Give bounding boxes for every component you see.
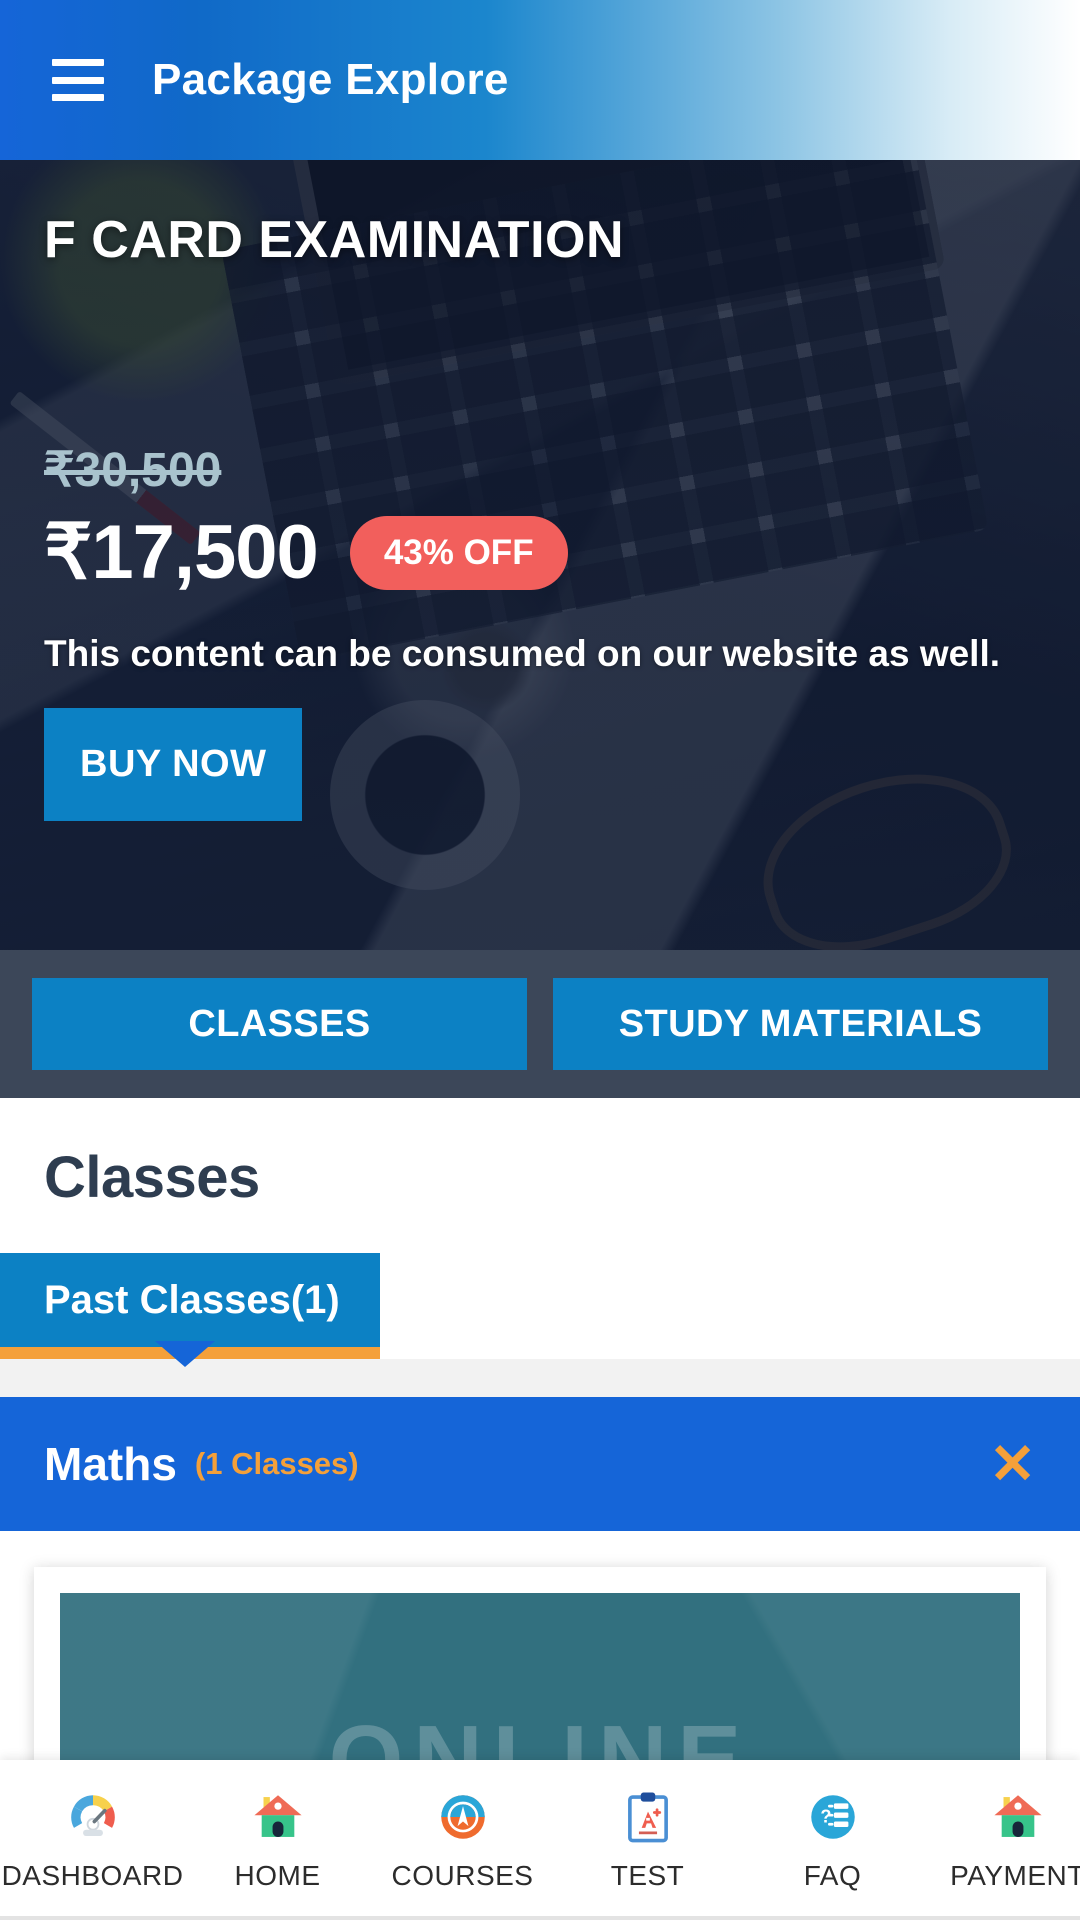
svg-text:?: ? — [820, 1806, 831, 1826]
discount-badge: 43% OFF — [349, 516, 568, 591]
nav-item-test[interactable]: TEST — [555, 1760, 740, 1920]
package-description: This content can be consumed on our webs… — [44, 633, 1001, 675]
hamburger-line — [52, 76, 104, 84]
nav-item-dashboard[interactable]: DASHBOARD — [0, 1760, 185, 1920]
hero-content: F CARD EXAMINATION ₹30,500 ₹17,500 43% O… — [0, 160, 1080, 950]
dashboard-gauge-icon — [70, 1795, 115, 1837]
payment-house-icon — [993, 1795, 1042, 1837]
nav-label-courses: COURSES — [391, 1860, 534, 1891]
courses-compass-icon — [440, 1795, 485, 1839]
app-header: Package Explore — [0, 0, 1080, 160]
hamburger-line — [52, 94, 104, 101]
nav-label-payment: PAYMENT — [950, 1860, 1080, 1891]
tab-active-pointer-icon — [155, 1341, 215, 1367]
segment-button-bar: CLASSES STUDY MATERIALS — [0, 950, 1080, 1098]
home-house-icon — [253, 1795, 302, 1837]
study-materials-tab-button[interactable]: STUDY MATERIALS — [553, 978, 1048, 1070]
nav-item-courses[interactable]: COURSES — [370, 1760, 555, 1920]
close-x-icon[interactable]: ✕ — [989, 1436, 1036, 1492]
nav-label-test: TEST — [610, 1860, 685, 1891]
hero-banner: F CARD EXAMINATION ₹30,500 ₹17,500 43% O… — [0, 160, 1080, 950]
hamburger-line — [52, 59, 104, 66]
classes-section: Classes Past Classes(1) Maths (1 Classes… — [0, 1098, 1080, 1793]
classes-tab-button[interactable]: CLASSES — [32, 978, 527, 1070]
nav-label-home: HOME — [234, 1860, 321, 1891]
faq-question-list-icon: ? — [810, 1795, 855, 1839]
page-title: Package Explore — [152, 55, 509, 104]
subject-name: Maths — [44, 1438, 177, 1490]
subject-class-count: (1 Classes) — [194, 1446, 359, 1481]
classes-tab-row: Past Classes(1) — [0, 1253, 1080, 1367]
test-clipboard-icon — [627, 1792, 668, 1843]
current-price: ₹17,500 — [44, 510, 319, 596]
bottom-nav-divider — [0, 1916, 1080, 1920]
hamburger-menu-icon[interactable] — [52, 59, 104, 101]
class-card-area: ONLINE — [0, 1531, 1080, 1793]
price-row: ₹17,500 43% OFF — [44, 515, 1036, 591]
nav-item-home[interactable]: HOME — [185, 1760, 370, 1920]
nav-label-faq: FAQ — [803, 1860, 862, 1891]
package-title: F CARD EXAMINATION — [44, 211, 625, 269]
nav-label-dashboard: DASHBOARD — [1, 1860, 184, 1891]
tab-past-classes-label: Past Classes(1) — [44, 1277, 340, 1322]
nav-item-faq[interactable]: ? FAQ — [740, 1760, 925, 1920]
classes-heading: Classes — [44, 1145, 260, 1210]
tab-past-classes[interactable]: Past Classes(1) — [0, 1253, 380, 1353]
subject-accordion-maths[interactable]: Maths (1 Classes) ✕ — [0, 1397, 1080, 1531]
original-price: ₹30,500 — [44, 444, 222, 498]
nav-item-payment[interactable]: PAYMENT — [925, 1760, 1080, 1920]
bottom-navigation-bar: DASHBOARD HOME COURSES TEST ? FAQ PAYMEN… — [0, 1760, 1080, 1920]
buy-now-button[interactable]: BUY NOW — [44, 708, 303, 822]
